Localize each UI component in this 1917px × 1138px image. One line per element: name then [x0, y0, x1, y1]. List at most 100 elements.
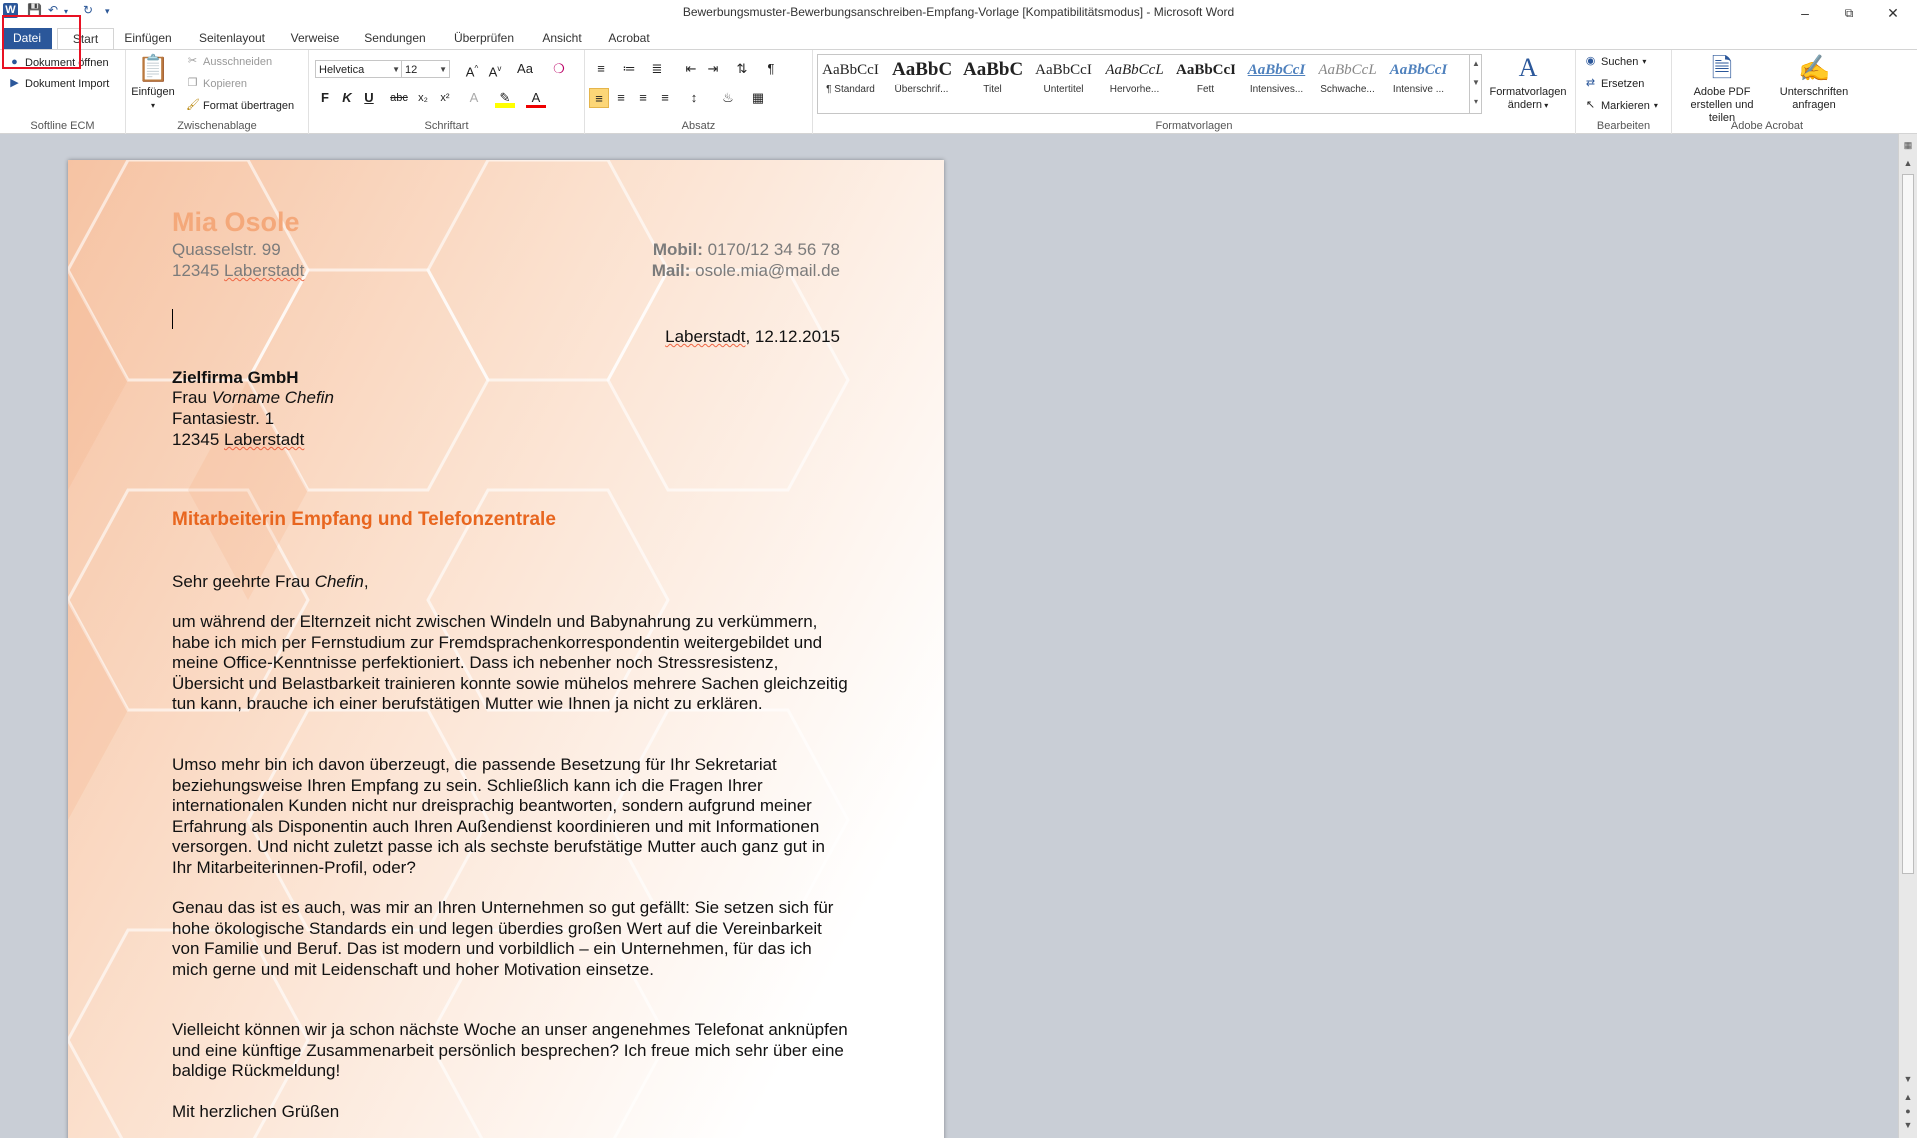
paste-dropdown-icon: ▾ — [150, 101, 155, 110]
scissors-icon: ✂ — [187, 55, 198, 67]
styles-a-icon: A — [1518, 53, 1538, 82]
request-signatures-button[interactable]: ✍ Unterschriften anfragen — [1770, 52, 1858, 112]
bold-icon[interactable]: F — [315, 88, 335, 108]
adobe-pdf-button[interactable]: 🗎 Adobe PDF erstellen und teilen — [1676, 52, 1768, 125]
decrease-indent-icon[interactable]: ⇤ — [681, 59, 701, 79]
text-effects-icon[interactable]: A — [464, 88, 484, 108]
tab-ueberpruefen[interactable]: Überprüfen — [446, 28, 522, 49]
chevron-down-icon: ▾ — [1642, 57, 1647, 66]
replace-icon: ⇄ — [1585, 77, 1596, 89]
sender-city-line: 12345 Laberstadt — [172, 261, 305, 280]
vertical-scrollbar[interactable]: ▦ ▲ ▼ ▲ ● ▼ — [1898, 134, 1917, 1138]
style-schwache-hervorhebung[interactable]: AaBbCcL Schwache... — [1318, 56, 1377, 104]
replace-button[interactable]: ⇄ Ersetzen — [1584, 77, 1645, 90]
group-label-styles: Formatvorlagen — [1155, 120, 1233, 132]
cursor-icon: ↖ — [1585, 99, 1596, 111]
recipient-city-line: 12345 Laberstadt — [172, 430, 305, 449]
scroll-down-icon[interactable]: ▼ — [1899, 1074, 1917, 1084]
ribbon-tabs: Datei Start Einfügen Seitenlayout Verwei… — [0, 25, 1917, 70]
scrollbar-thumb[interactable] — [1902, 174, 1914, 874]
bullets-icon[interactable]: ≡ — [591, 59, 611, 79]
clear-formatting-icon[interactable]: ❍ — [549, 59, 569, 79]
chevron-down-icon: ▾ — [1653, 101, 1658, 110]
restore-icon[interactable]: ⧉ — [1834, 3, 1864, 23]
highlight-icon[interactable]: ✎ — [495, 88, 515, 108]
chevron-down-icon: ▼ — [439, 65, 447, 74]
brush-icon: 🖌 — [186, 99, 200, 111]
letter-paragraph-2: Umso mehr bin ich davon überzeugt, die p… — [172, 755, 825, 877]
styles-scroll[interactable]: ▲ ▼ ▾ — [1469, 54, 1482, 114]
underline-icon[interactable]: U — [359, 88, 379, 108]
window-title: Bewerbungsmuster-Bewerbungsanschreiben-E… — [682, 5, 1235, 19]
document-area[interactable]: Mia Osole Quasselstr. 99 12345 Laberstad… — [0, 134, 1898, 1138]
tab-ansicht[interactable]: Ansicht — [536, 28, 588, 49]
style-standard[interactable]: AaBbCcI ¶ Standard — [821, 56, 880, 104]
group-styles: AaBbCcI ¶ Standard AaBbC( Überschrif... … — [813, 50, 1576, 134]
grow-font-icon[interactable]: A^ — [462, 59, 482, 79]
minimize-icon[interactable]: – — [1790, 3, 1820, 23]
numbering-icon[interactable]: ≔ — [619, 59, 639, 79]
group-adobe-acrobat: 🗎 Adobe PDF erstellen und teilen ✍ Unter… — [1672, 50, 1862, 134]
change-styles-button[interactable]: A Formatvorlagen ändern ▾ — [1485, 52, 1571, 112]
italic-icon[interactable]: K — [337, 88, 357, 108]
style-ueberschrift[interactable]: AaBbC( Überschrif... — [892, 56, 951, 104]
find-button[interactable]: ◉ Suchen ▾ — [1584, 55, 1647, 68]
group-paragraph: ≡ ≔ ≣ ⇤ ⇥ ⇅ ¶ ≡ ≡ ≡ ≡ ↕ ♨ ▦ Absatz — [585, 50, 813, 134]
sender-name: Mia Osole — [172, 207, 300, 237]
letter-subject: Mitarbeiterin Empfang und Telefonzentral… — [172, 509, 556, 530]
select-button[interactable]: ↖ Markieren ▾ — [1584, 99, 1658, 112]
multilevel-list-icon[interactable]: ≣ — [647, 59, 667, 79]
previous-page-icon[interactable]: ▲ — [1899, 1092, 1917, 1102]
cut-button[interactable]: ✂ Ausschneiden — [186, 55, 272, 68]
pilcrow-icon[interactable]: ¶ — [761, 59, 781, 79]
copy-button[interactable]: ❐ Kopieren — [186, 77, 247, 90]
style-intensives-zitat[interactable]: AaBbCcI Intensives... — [1247, 56, 1306, 104]
ruler-toggle-icon[interactable]: ▦ — [1899, 140, 1917, 151]
recipient-company: Zielfirma GmbH — [172, 368, 299, 387]
letter-paragraph-1: um während der Elternzeit nicht zwischen… — [172, 612, 848, 713]
strikethrough-icon[interactable]: abc — [389, 88, 409, 108]
recipient-street: Fantasiestr. 1 — [172, 409, 275, 428]
justify-icon[interactable]: ≡ — [655, 88, 675, 108]
style-intensive-hervorhebung[interactable]: AaBbCcI Intensive ... — [1389, 56, 1448, 104]
document-page[interactable]: Mia Osole Quasselstr. 99 12345 Laberstad… — [68, 160, 944, 1138]
font-color-icon[interactable]: A — [526, 88, 546, 108]
align-left-icon[interactable]: ≡ — [589, 88, 609, 108]
paste-button[interactable]: 📋 Einfügen ▾ — [130, 52, 176, 112]
chevron-down-icon: ▼ — [392, 65, 400, 74]
font-name-combo[interactable]: Helvetica ▼ — [315, 60, 403, 78]
shrink-font-icon[interactable]: Av — [485, 59, 505, 79]
tab-einfuegen[interactable]: Einfügen — [120, 28, 176, 49]
sort-icon[interactable]: ⇅ — [732, 59, 752, 79]
style-hervorhebung[interactable]: AaBbCcL Hervorhe... — [1105, 56, 1164, 104]
group-label-acrobat: Adobe Acrobat — [1730, 120, 1804, 132]
borders-icon[interactable]: ▦ — [748, 88, 768, 108]
shading-icon[interactable]: ♨ — [718, 88, 738, 108]
next-page-icon[interactable]: ▼ — [1899, 1120, 1917, 1130]
browse-object-icon[interactable]: ● — [1899, 1106, 1917, 1116]
dokument-import-button[interactable]: ▶ Dokument Import — [8, 77, 109, 90]
format-painter-button[interactable]: 🖌 Format übertragen — [186, 99, 294, 112]
align-right-icon[interactable]: ≡ — [633, 88, 653, 108]
increase-indent-icon[interactable]: ⇥ — [703, 59, 723, 79]
tab-sendungen[interactable]: Sendungen — [360, 28, 430, 49]
style-untertitel[interactable]: AaBbCcI Untertitel — [1034, 56, 1093, 104]
datei-highlight-box — [2, 15, 81, 69]
style-titel[interactable]: AaBbC( Titel — [963, 56, 1022, 104]
tab-seitenlayout[interactable]: Seitenlayout — [193, 28, 271, 49]
subscript-icon[interactable]: x₂ — [413, 88, 433, 108]
line-spacing-icon[interactable]: ↕ — [684, 88, 704, 108]
import-icon: ▶ — [10, 77, 19, 89]
superscript-icon[interactable]: x² — [435, 88, 455, 108]
font-size-combo[interactable]: 12 ▼ — [401, 60, 450, 78]
change-case-icon[interactable]: Aa — [515, 59, 535, 79]
tab-acrobat[interactable]: Acrobat — [603, 28, 655, 49]
style-fett[interactable]: AaBbCcI Fett — [1176, 56, 1235, 104]
tab-verweise[interactable]: Verweise — [288, 28, 342, 49]
scroll-up-icon[interactable]: ▲ — [1899, 158, 1917, 168]
close-icon[interactable]: ✕ — [1878, 3, 1908, 23]
letter-greeting: Sehr geehrte Frau Chefin, — [172, 572, 369, 591]
group-font: Helvetica ▼ 12 ▼ A^ Av Aa ❍ F K U abc x₂ x… — [309, 50, 585, 134]
ribbon: ● Dokument öffnen ▶ Dokument Import Soft… — [0, 49, 1917, 134]
align-center-icon[interactable]: ≡ — [611, 88, 631, 108]
